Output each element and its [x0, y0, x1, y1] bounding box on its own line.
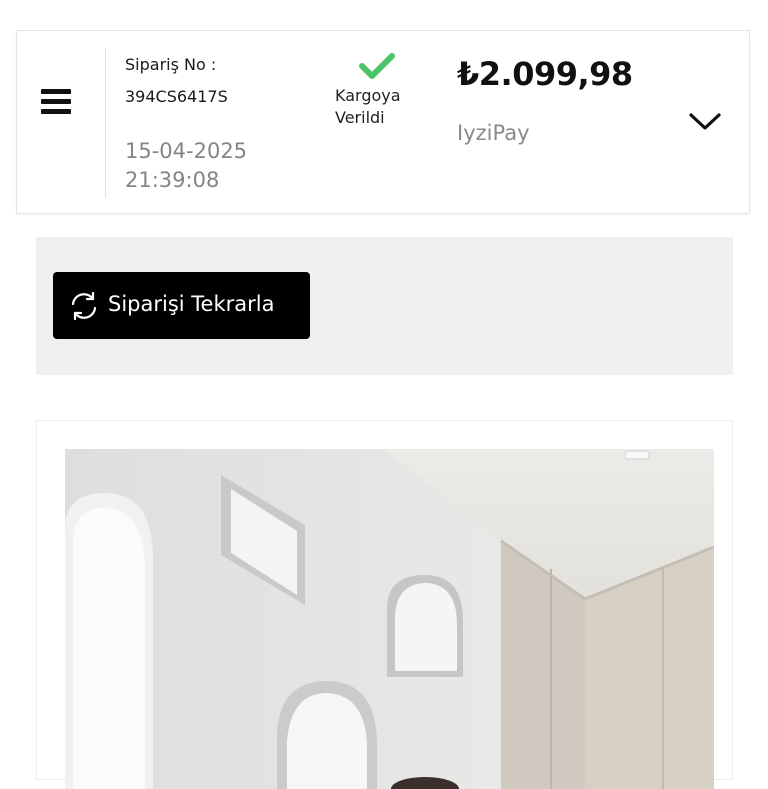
product-card — [36, 420, 733, 789]
order-number: 394CS6417S — [125, 87, 228, 106]
order-datetime: 15-04-2025 21:39:08 — [125, 137, 285, 195]
check-icon — [359, 53, 395, 79]
shipping-status-line2: Verildi — [335, 108, 385, 127]
divider — [105, 48, 106, 198]
reorder-button[interactable]: Siparişi Tekrarla — [53, 272, 310, 339]
order-actions-panel: Siparişi Tekrarla — [36, 237, 733, 375]
order-date: 15-04-2025 — [125, 139, 248, 163]
product-photo — [65, 449, 714, 789]
product-image[interactable] — [65, 449, 714, 789]
reorder-button-label: Siparişi Tekrarla — [108, 292, 275, 316]
shipping-status: Kargoya Verildi — [335, 85, 425, 129]
menu-icon[interactable] — [39, 85, 73, 119]
order-number-label: Sipariş No : — [125, 55, 217, 74]
payment-method: IyziPay — [457, 121, 530, 145]
chevron-down-icon[interactable] — [687, 109, 723, 133]
order-total-price: ₺2.099,98 — [457, 55, 633, 93]
shipping-status-line1: Kargoya — [335, 86, 401, 105]
refresh-icon — [71, 291, 97, 321]
order-summary-card: Sipariş No : 394CS6417S 15-04-2025 21:39… — [16, 30, 750, 214]
order-time: 21:39:08 — [125, 168, 220, 192]
